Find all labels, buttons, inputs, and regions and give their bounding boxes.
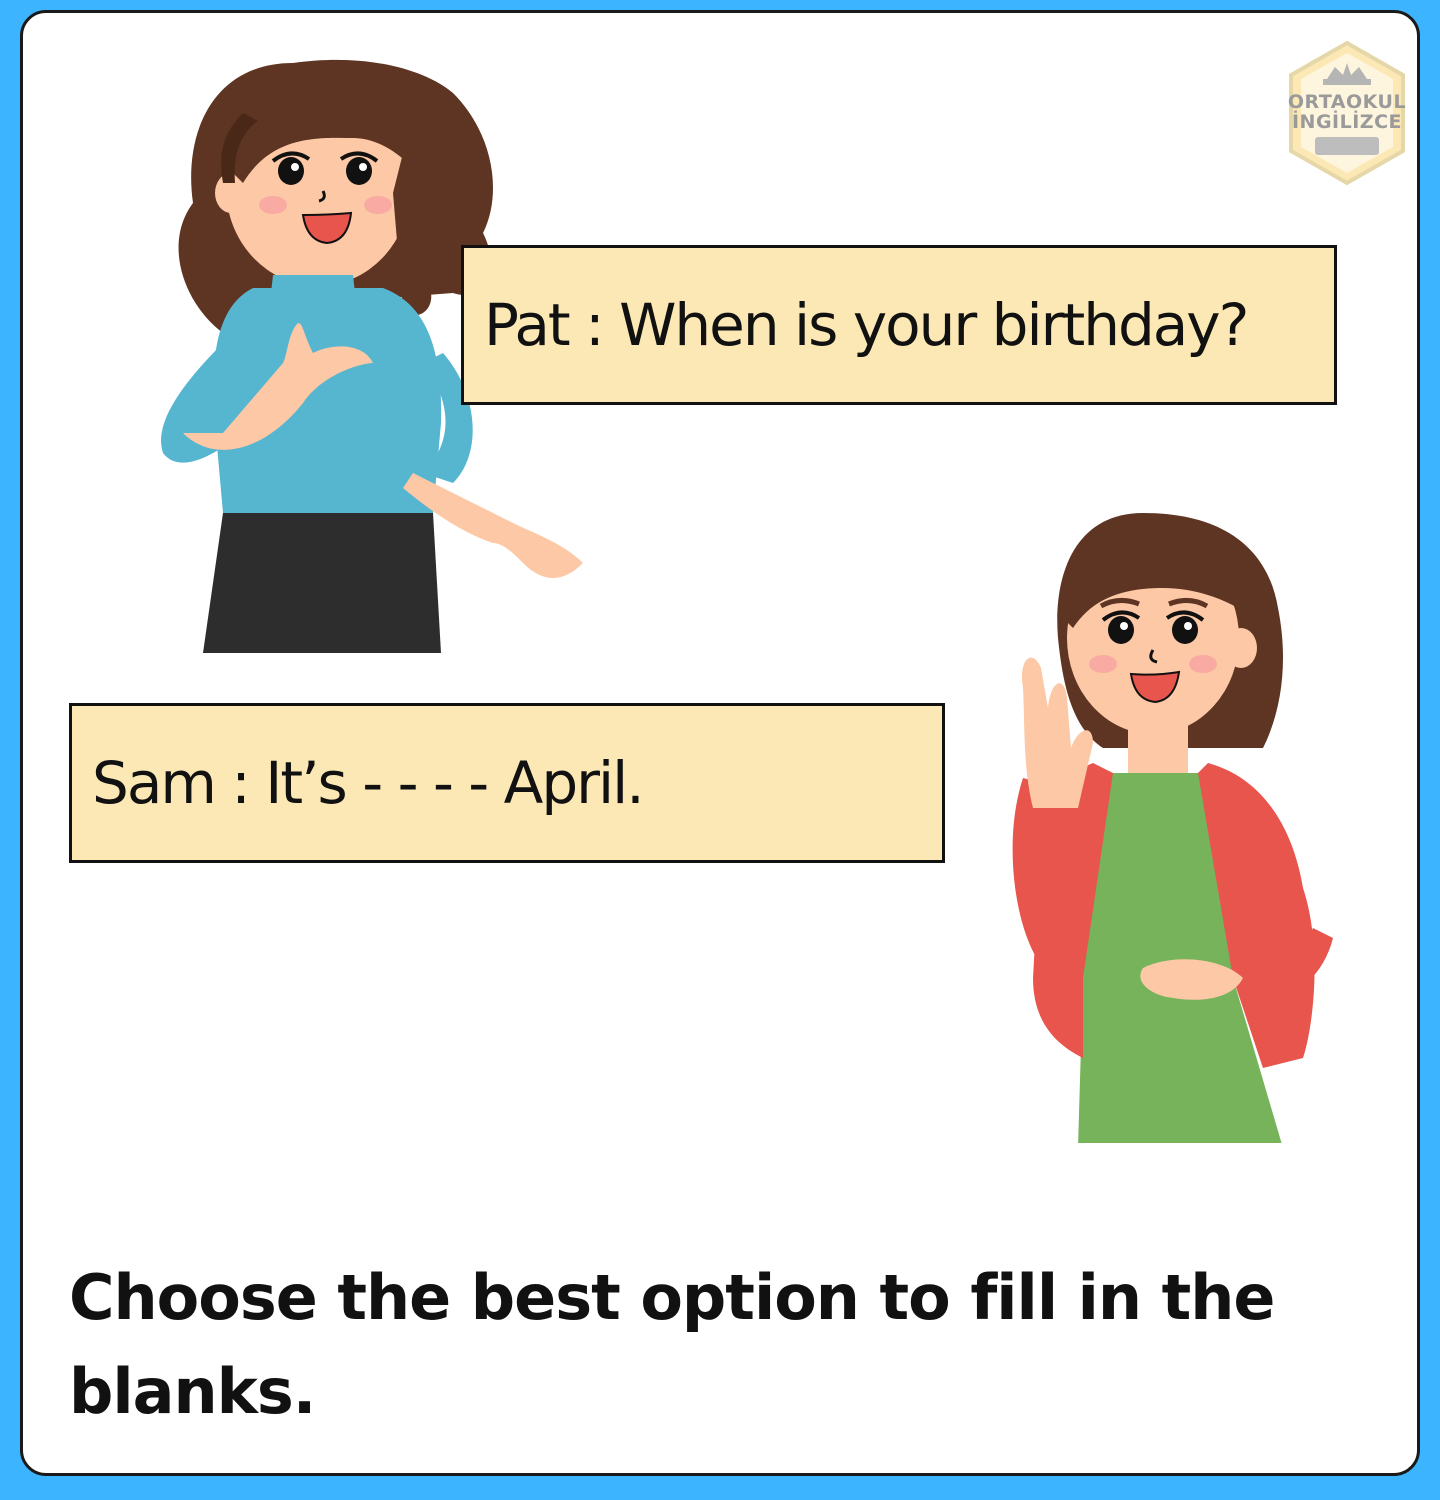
ortaokul-ingilizce-logo: ORTAOKUL İNGİLİZCE [1285, 39, 1409, 187]
sam-character-illustration [1012, 513, 1333, 1143]
pat-dialogue-text: Pat : When is your birthday? [484, 291, 1249, 359]
pat-speech-box: Pat : When is your birthday? [461, 245, 1337, 405]
worksheet-card: ORTAOKUL İNGİLİZCE Pat : When is your bi… [20, 10, 1420, 1476]
sam-dialogue-text: Sam : It’s - - - - April. [92, 749, 645, 817]
logo-line-1: ORTAOKUL [1287, 91, 1407, 113]
logo-line-2: İNGİLİZCE [1291, 111, 1402, 133]
sam-speech-box: Sam : It’s - - - - April. [69, 703, 945, 863]
instruction-text: Choose the best option to fill in the bl… [69, 1261, 1275, 1428]
